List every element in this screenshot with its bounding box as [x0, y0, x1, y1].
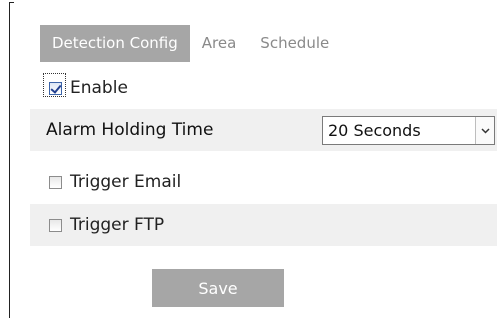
enable-checkbox[interactable] [49, 81, 62, 95]
trigger-email-row: Trigger Email [30, 161, 497, 203]
trigger-email-label: Trigger Email [70, 172, 182, 192]
panel-corner [9, 2, 14, 3]
alarm-holding-label: Alarm Holding Time [46, 120, 214, 140]
enable-row: Enable [30, 67, 497, 109]
tab-bar: Detection Config Area Schedule [40, 25, 341, 62]
panel-left-border [9, 2, 10, 318]
alarm-holding-value: 20 Seconds [328, 121, 421, 140]
save-button[interactable]: Save [152, 269, 284, 307]
trigger-email-checkbox[interactable] [49, 175, 62, 189]
tab-area[interactable]: Area [190, 25, 249, 62]
trigger-ftp-label: Trigger FTP [70, 215, 165, 235]
detection-config-page: Detection Config Area Schedule Enable Al… [0, 0, 497, 318]
trigger-ftp-checkbox[interactable] [49, 218, 62, 232]
alarm-holding-select[interactable]: 20 Seconds [322, 116, 495, 145]
alarm-holding-row: Alarm Holding Time 20 Seconds [30, 109, 497, 151]
trigger-ftp-row: Trigger FTP [30, 204, 497, 246]
enable-label: Enable [70, 78, 128, 98]
tab-schedule[interactable]: Schedule [248, 25, 341, 62]
chevron-down-icon[interactable] [475, 117, 494, 144]
tab-detection-config[interactable]: Detection Config [40, 25, 190, 62]
